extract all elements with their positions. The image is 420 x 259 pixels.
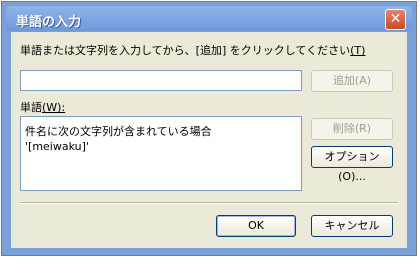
words-list[interactable]: 件名に次の文字列が含まれている場合 '[meiwaku]' [20, 116, 302, 191]
add-button[interactable]: 追加(A) [311, 70, 393, 92]
close-icon[interactable]: ✕ [385, 9, 406, 30]
dialog-title: 単語の入力 [16, 15, 82, 30]
ok-button[interactable]: OK [216, 215, 296, 237]
prompt-accelerator: (T) [350, 44, 366, 57]
prompt-label: 単語または文字列を入力してから、[追加] をクリックしてください(T) [20, 42, 365, 58]
words-list-item[interactable]: 件名に次の文字列が含まれている場合 [25, 123, 212, 139]
prompt-text: 単語または文字列を入力してから、[追加] をクリックしてください [20, 44, 351, 57]
dialog-window: 単語の入力 ✕ 単語または文字列を入力してから、[追加] をクリックしてください… [1, 1, 417, 256]
words-list-label: 単語(W): [20, 99, 65, 115]
words-list-item[interactable]: '[meiwaku]' [25, 140, 89, 153]
dialog-body: 単語または文字列を入力してから、[追加] をクリックしてください(T) 追加(A… [11, 32, 407, 248]
delete-button[interactable]: 削除(R) [311, 118, 393, 140]
cancel-button[interactable]: キャンセル [311, 215, 393, 237]
separator [20, 202, 398, 204]
words-label-text: 単語 [20, 101, 42, 114]
title-bar[interactable]: 単語の入力 ✕ [6, 6, 412, 31]
word-input[interactable] [20, 70, 302, 91]
options-button[interactable]: オプション(O)... [311, 146, 393, 183]
words-label-accelerator: (W): [42, 101, 66, 114]
